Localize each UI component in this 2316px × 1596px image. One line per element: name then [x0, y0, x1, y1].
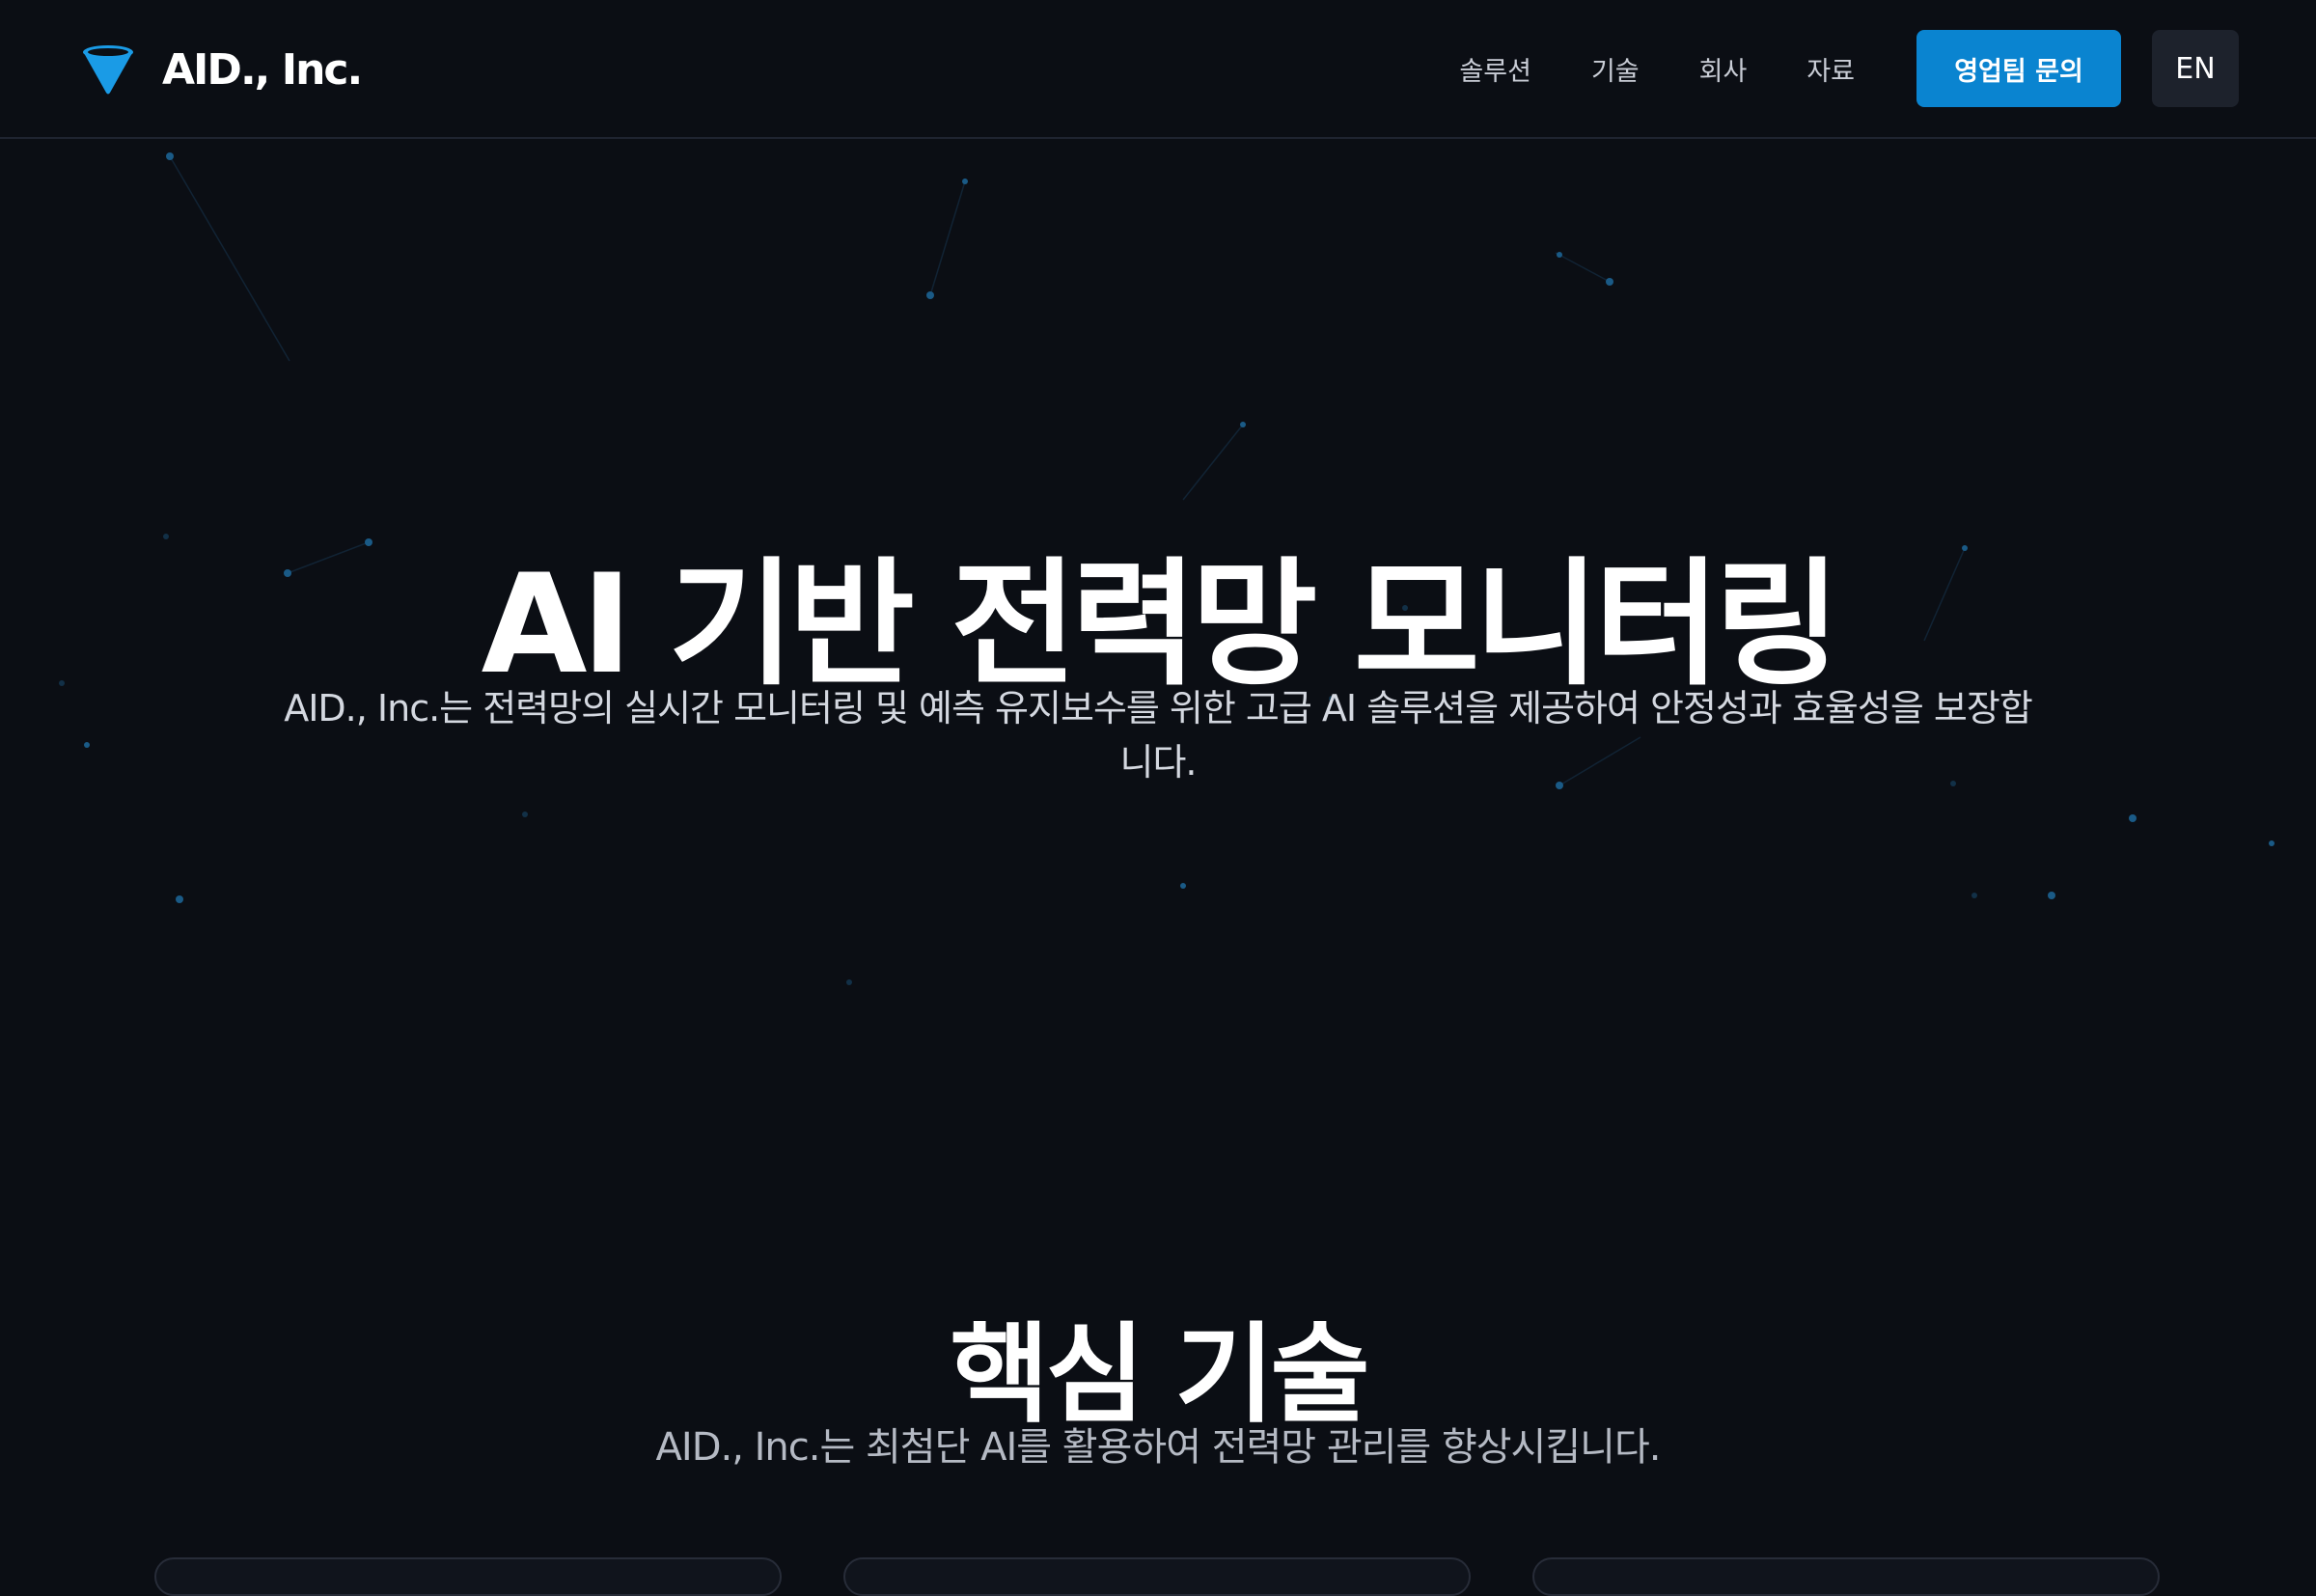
technology-card[interactable] — [1532, 1557, 2160, 1596]
brand-logo-link[interactable]: AID., Inc. — [81, 39, 363, 100]
brand-name: AID., Inc. — [162, 44, 363, 95]
nav-link-technology[interactable]: 기술 — [1591, 50, 1640, 88]
technology-card[interactable] — [154, 1557, 782, 1596]
nav-link-resources[interactable]: 자료 — [1806, 50, 1855, 88]
core-technology-subtitle: AID., Inc.는 최첨단 AI를 활용하여 전력망 관리를 향상시킵니다. — [655, 1425, 1662, 1470]
language-toggle-button[interactable]: EN — [2152, 30, 2239, 107]
main-nav: 솔루션 기술 회사 자료 영업팀 문의 EN — [1459, 29, 2239, 108]
nav-link-solutions[interactable]: 솔루션 — [1459, 50, 1531, 88]
nav-link-company[interactable]: 회사 — [1699, 50, 1748, 88]
technology-card[interactable] — [843, 1557, 1471, 1596]
site-header: AID., Inc. 솔루션 기술 회사 자료 영업팀 문의 EN — [0, 0, 2316, 139]
contact-sales-button[interactable]: 영업팀 문의 — [1916, 30, 2121, 107]
hero-subtitle: AID., Inc.는 전력망의 실시간 모니터링 및 예측 유지보수를 위한 … — [284, 687, 2033, 784]
cone-logo-icon — [83, 45, 133, 95]
